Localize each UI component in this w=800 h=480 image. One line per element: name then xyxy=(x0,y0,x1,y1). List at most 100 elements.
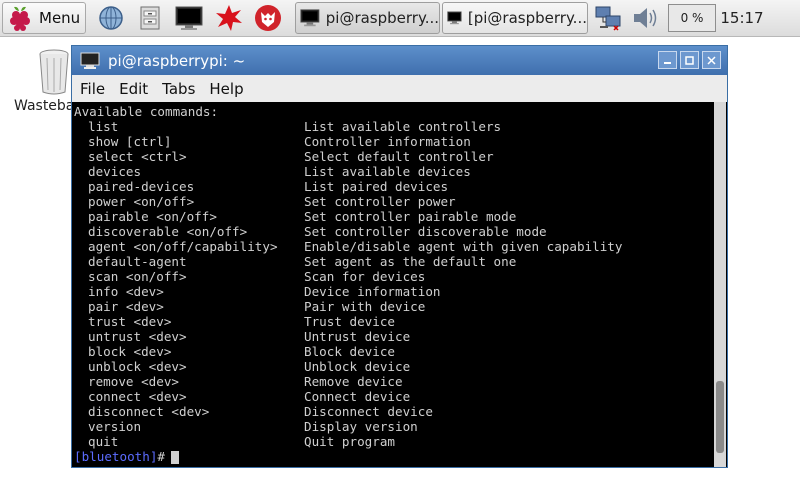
command-description: Display version xyxy=(304,419,418,434)
command-name: trust <dev> xyxy=(88,314,172,329)
command-row: discoverable <on/off> Set controller disc… xyxy=(72,224,712,239)
raspberry-icon xyxy=(10,6,30,31)
command-row: block <dev> Block device xyxy=(72,344,712,359)
command-description: Remove device xyxy=(304,374,403,389)
command-description: Unblock device xyxy=(304,359,411,374)
minimize-button[interactable] xyxy=(658,51,677,69)
scrollbar-thumb[interactable] xyxy=(716,381,724,453)
command-description: Set controller discoverable mode xyxy=(304,224,547,239)
command-description: List paired devices xyxy=(304,179,449,194)
command-row: quit Quit program xyxy=(72,434,712,449)
taskbar: Menu pi@raspberry... [pi@raspberry... 0 … xyxy=(0,0,800,37)
wolfram-launcher[interactable] xyxy=(253,2,283,34)
terminal-icon xyxy=(447,11,462,25)
command-description: Set controller pairable mode xyxy=(304,209,517,224)
command-name: scan <on/off> xyxy=(88,269,187,284)
task-label: pi@raspberry... xyxy=(325,9,439,27)
window-titlebar[interactable]: pi@raspberrypi: ~ xyxy=(72,46,727,75)
command-description: Controller information xyxy=(304,134,471,149)
command-row: list List available controllers xyxy=(72,119,712,134)
terminal-launcher[interactable] xyxy=(174,2,204,34)
close-icon xyxy=(707,55,716,65)
terminal-prompt[interactable]: [bluetooth]# xyxy=(74,449,179,464)
wolfram-icon xyxy=(255,5,281,31)
command-row: unblock <dev> Unblock device xyxy=(72,359,712,374)
task-label: [pi@raspberry... xyxy=(467,9,587,27)
command-name: pair <dev> xyxy=(88,299,164,314)
menu-help[interactable]: Help xyxy=(209,80,243,98)
command-description: Device information xyxy=(304,284,441,299)
command-row: trust <dev> Trust device xyxy=(72,314,712,329)
command-row: paired-devices List paired devices xyxy=(72,179,712,194)
command-description: Untrust device xyxy=(304,329,411,344)
command-row: default-agent Set agent as the default on… xyxy=(72,254,712,269)
browser-launcher[interactable] xyxy=(96,2,126,34)
command-row: disconnect <dev> Disconnect device xyxy=(72,404,712,419)
window-menubar: File Edit Tabs Help xyxy=(72,75,727,102)
command-row: devices List available devices xyxy=(72,164,712,179)
command-name: list xyxy=(88,119,119,134)
command-description: Block device xyxy=(304,344,395,359)
command-row: agent <on/off/capability> Enable/disable … xyxy=(72,239,712,254)
browser-globe-icon xyxy=(99,6,123,30)
task-terminal-1[interactable]: pi@raspberry... xyxy=(295,2,440,34)
task-terminal-2[interactable]: [pi@raspberry... xyxy=(442,2,588,34)
command-name: info <dev> xyxy=(88,284,164,299)
terminal-scrollbar[interactable] xyxy=(714,102,726,467)
command-row: pairable <on/off> Set controller pairable… xyxy=(72,209,712,224)
terminal-header: Available commands: xyxy=(74,104,219,119)
prompt-tag: [bluetooth] xyxy=(74,449,158,464)
command-row: remove <dev> Remove device xyxy=(72,374,712,389)
command-name: paired-devices xyxy=(88,179,195,194)
command-name: quit xyxy=(88,434,119,449)
menu-tabs[interactable]: Tabs xyxy=(162,80,195,98)
command-name: pairable <on/off> xyxy=(88,209,217,224)
command-name: devices xyxy=(88,164,142,179)
command-name: connect <dev> xyxy=(88,389,187,404)
menu-label: Menu xyxy=(39,9,81,27)
menu-edit[interactable]: Edit xyxy=(119,80,148,98)
command-row: scan <on/off> Scan for devices xyxy=(72,269,712,284)
command-name: unblock <dev> xyxy=(88,359,187,374)
command-name: untrust <dev> xyxy=(88,329,187,344)
command-row: show [ctrl] Controller information xyxy=(72,134,712,149)
prompt-symbol: # xyxy=(157,449,165,464)
terminal-output[interactable]: Available commands: list List available c… xyxy=(72,102,715,467)
command-description: List available devices xyxy=(304,164,471,179)
terminal-icon xyxy=(175,6,203,30)
menu-button[interactable]: Menu xyxy=(2,2,86,34)
command-name: power <on/off> xyxy=(88,194,195,209)
command-description: Quit program xyxy=(304,434,395,449)
command-description: Select default controller xyxy=(304,149,494,164)
command-row: connect <dev> Connect device xyxy=(72,389,712,404)
maximize-button[interactable] xyxy=(680,51,699,69)
file-manager-icon xyxy=(140,6,160,30)
command-description: Enable/disable agent with given capabili… xyxy=(304,239,623,254)
cpu-monitor[interactable]: 0 % xyxy=(668,4,716,32)
math-kernel-icon xyxy=(216,5,242,31)
command-name: remove <dev> xyxy=(88,374,179,389)
command-name: disconnect <dev> xyxy=(88,404,210,419)
wastebasket-label: Wasteba xyxy=(14,98,75,114)
command-row: select <ctrl> Select default controller xyxy=(72,149,712,164)
command-row: version Display version xyxy=(72,419,712,434)
network-tray[interactable] xyxy=(594,2,624,34)
volume-tray[interactable] xyxy=(630,2,660,34)
command-row: power <on/off> Set controller power xyxy=(72,194,712,209)
menu-file[interactable]: File xyxy=(80,80,105,98)
command-description: Scan for devices xyxy=(304,269,426,284)
text-cursor xyxy=(171,451,179,464)
command-description: Connect device xyxy=(304,389,411,404)
command-description: Pair with device xyxy=(304,299,426,314)
clock[interactable]: 15:17 xyxy=(718,2,766,34)
close-button[interactable] xyxy=(702,51,721,69)
command-description: List available controllers xyxy=(304,119,502,134)
command-name: default-agent xyxy=(88,254,187,269)
command-description: Set agent as the default one xyxy=(304,254,517,269)
mathematica-launcher[interactable] xyxy=(214,2,244,34)
command-name: block <dev> xyxy=(88,344,172,359)
volume-icon xyxy=(634,8,657,28)
command-description: Trust device xyxy=(304,314,395,329)
file-manager-launcher[interactable] xyxy=(135,2,165,34)
command-name: discoverable <on/off> xyxy=(88,224,248,239)
